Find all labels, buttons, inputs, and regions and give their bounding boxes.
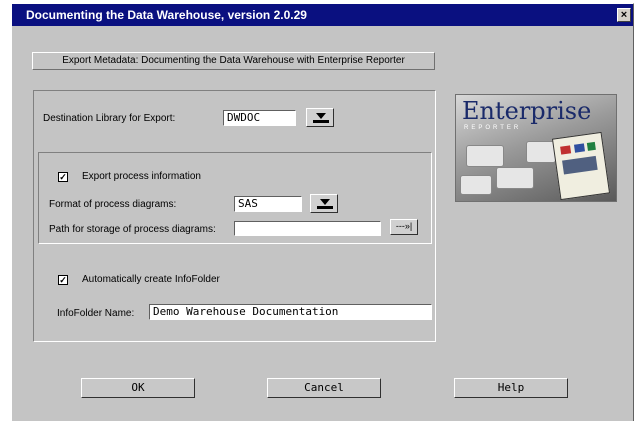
- format-diagrams-field[interactable]: SAS: [234, 196, 302, 212]
- destination-library-field[interactable]: DWDOC: [223, 110, 296, 126]
- book-cover-image: [551, 131, 611, 201]
- logo-subtitle-text: REPORTER: [464, 125, 522, 131]
- ok-button[interactable]: OK: [81, 378, 195, 398]
- logo-brand-text: Enterprise: [462, 97, 592, 125]
- path-storage-label: Path for storage of process diagrams:: [49, 224, 216, 235]
- help-button[interactable]: Help: [454, 378, 568, 398]
- browse-path-button[interactable]: ---»|: [390, 219, 418, 235]
- header-banner: Export Metadata: Documenting the Data Wa…: [32, 52, 435, 70]
- enterprise-reporter-logo: Enterprise REPORTER: [455, 94, 617, 202]
- cancel-button[interactable]: Cancel: [267, 378, 381, 398]
- auto-infofolder-checkbox[interactable]: ✓: [58, 275, 68, 285]
- destination-library-dropdown-button[interactable]: [306, 108, 334, 127]
- format-diagrams-dropdown-button[interactable]: [310, 194, 338, 213]
- dialog-window: Documenting the Data Warehouse, version …: [11, 3, 634, 421]
- path-storage-field[interactable]: [234, 221, 381, 236]
- down-arrow-icon: [316, 113, 326, 119]
- down-arrow-icon: [320, 199, 330, 205]
- close-icon[interactable]: ×: [617, 8, 631, 22]
- export-process-label: Export process information: [82, 171, 201, 182]
- auto-infofolder-label: Automatically create InfoFolder: [82, 274, 220, 285]
- infofolder-name-label: InfoFolder Name:: [57, 308, 135, 319]
- window-title: Documenting the Data Warehouse, version …: [26, 8, 307, 22]
- destination-library-label: Destination Library for Export:: [43, 113, 176, 124]
- infofolder-name-field[interactable]: Demo Warehouse Documentation: [149, 304, 432, 320]
- export-process-checkbox[interactable]: ✓: [58, 172, 68, 182]
- title-bar[interactable]: Documenting the Data Warehouse, version …: [12, 4, 633, 26]
- format-diagrams-label: Format of process diagrams:: [49, 199, 177, 210]
